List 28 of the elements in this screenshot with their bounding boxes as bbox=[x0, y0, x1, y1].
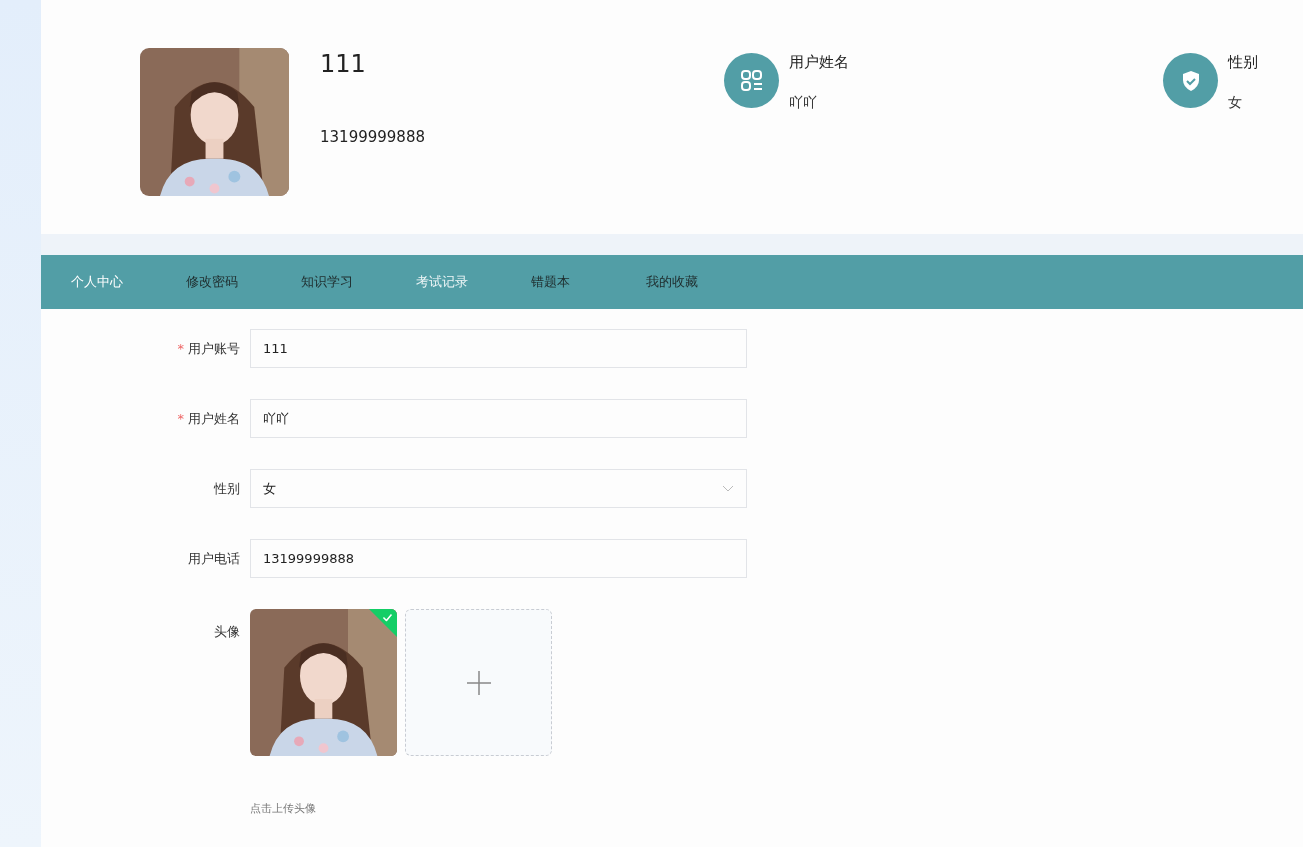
user-name: 111 bbox=[320, 50, 367, 78]
nav-tab[interactable]: 个人中心 bbox=[71, 272, 186, 291]
info-label: 用户姓名 bbox=[789, 53, 849, 72]
nav-tab[interactable]: 我的收藏 bbox=[646, 272, 761, 291]
nav-tab[interactable]: 错题本 bbox=[531, 272, 646, 291]
field-label: 用户电话 bbox=[187, 549, 241, 568]
input-field[interactable]: 13199999888 bbox=[250, 539, 747, 578]
upload-button[interactable] bbox=[405, 609, 552, 756]
chevron-down-icon bbox=[722, 484, 734, 493]
field-label: 性别 bbox=[213, 479, 241, 498]
nav-tab[interactable]: 知识学习 bbox=[301, 272, 416, 291]
info-label: 性别 bbox=[1228, 53, 1258, 72]
plus-icon bbox=[465, 669, 492, 696]
info-value: 女 bbox=[1228, 94, 1243, 112]
nav-tab[interactable]: 修改密码 bbox=[186, 272, 301, 291]
nav-tab[interactable]: 考试记录 bbox=[416, 272, 531, 291]
upload-hint: 点击上传头像 bbox=[250, 801, 317, 816]
grid-list-icon bbox=[739, 68, 764, 93]
select-field[interactable]: 女 bbox=[250, 469, 747, 508]
input-field[interactable]: 111 bbox=[250, 329, 747, 368]
check-icon bbox=[382, 613, 393, 622]
field-label: 头像 bbox=[213, 623, 241, 641]
field-label: * 用户账号 bbox=[176, 339, 241, 358]
input-field[interactable]: 吖吖 bbox=[250, 399, 747, 438]
info-value: 吖吖 bbox=[789, 94, 818, 112]
field-label: * 用户姓名 bbox=[176, 409, 241, 428]
phone-number: 13199999888 bbox=[320, 128, 426, 146]
shield-check-icon bbox=[1180, 69, 1201, 92]
